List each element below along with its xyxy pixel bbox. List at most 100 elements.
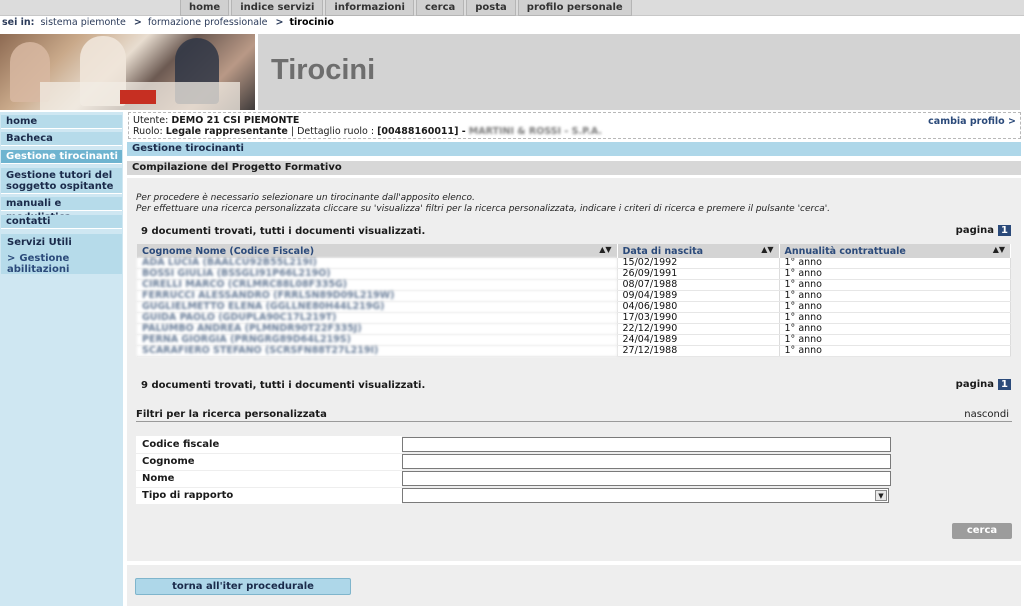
sidebar-group-title: Servizi Utili xyxy=(7,237,72,248)
sidebar-group-servizi-utili: Servizi Utili > Gestione abilitazioni xyxy=(1,234,122,275)
role-detail-value: [00488160011] - xyxy=(377,126,466,137)
top-nav-home[interactable]: home xyxy=(180,0,230,16)
cell-annualita: 1° anno xyxy=(779,312,1011,324)
top-nav-profilo-personale[interactable]: profilo personale xyxy=(517,0,632,16)
sort-icon[interactable]: ▲▼ xyxy=(599,245,611,254)
results-count-top: 9 documenti trovati, tutti i documenti v… xyxy=(141,226,426,237)
top-navigation: home indice servizi informazioni cerca p… xyxy=(0,0,1024,16)
nome-field[interactable] xyxy=(402,471,891,486)
cell-annualita: 1° anno xyxy=(779,290,1011,302)
chevron-right-icon: > xyxy=(133,17,142,28)
breadcrumb-label: sei in: xyxy=(2,17,35,28)
table-row[interactable]: BOSSI GIULIA (BSSGLI91P66L219O) 26/09/199… xyxy=(137,268,1011,280)
table-row[interactable]: GUIDA PAOLO (GDUPLA90C17L219T) 17/03/1990… xyxy=(137,312,1011,324)
filter-label-tipo-rapporto: Tipo di rapporto xyxy=(136,487,402,505)
column-header-label: Annualità contrattuale xyxy=(784,245,906,257)
breadcrumb-link-sistema-piemonte[interactable]: sistema piemonte xyxy=(40,17,125,28)
page-title: Tirocini xyxy=(271,54,376,86)
pager-bottom: pagina 1 xyxy=(956,379,1011,390)
role-line: Ruolo: Legale rappresentante | Dettaglio… xyxy=(133,126,1016,137)
page-1-button[interactable]: 1 xyxy=(998,379,1011,390)
cell-birth-date: 09/04/1989 xyxy=(617,290,780,302)
role-detail-label: Dettaglio ruolo : xyxy=(297,126,375,137)
pager-label: pagina xyxy=(955,379,995,390)
table-row[interactable]: SCARAFIERO STEFANO (SCRSFN88T27L219I) 27/… xyxy=(137,345,1011,357)
search-button[interactable]: cerca xyxy=(952,523,1012,539)
cell-annualita: 1° anno xyxy=(779,258,1011,269)
filter-input-cell: ▼ xyxy=(402,487,1012,505)
results-table: Cognome Nome (Codice Fiscale) ▲▼ Data di … xyxy=(137,244,1011,357)
sidebar-item-contatti[interactable]: contatti xyxy=(1,215,122,229)
sidebar-item-gestione-tutori[interactable]: Gestione tutori del soggetto ospitante xyxy=(1,168,122,194)
column-header-name[interactable]: Cognome Nome (Codice Fiscale) ▲▼ xyxy=(137,244,618,258)
role-label: Ruolo: xyxy=(133,126,163,137)
instruction-line-2: Per effettuare una ricerca personalizzat… xyxy=(136,204,831,214)
filter-label-nome: Nome xyxy=(136,470,402,488)
cell-name[interactable]: FERRUCCI ALESSANDRO (FRRLSN89D09L219W) xyxy=(137,290,618,302)
sidebar-item-gestione-abilitazioni[interactable]: > Gestione abilitazioni xyxy=(7,253,122,275)
chevron-down-icon[interactable]: ▼ xyxy=(875,490,887,501)
table-row[interactable]: PALUMBO ANDREA (PLMNDR90T22F335J) 22/12/1… xyxy=(137,323,1011,335)
change-profile-label: cambia profilo xyxy=(928,116,1005,127)
top-nav-posta[interactable]: posta xyxy=(466,0,516,16)
cell-birth-date: 17/03/1990 xyxy=(617,312,780,324)
chevron-right-icon: > xyxy=(275,17,284,28)
sidebar-sub-label: Gestione abilitazioni xyxy=(7,253,70,275)
breadcrumb-link-formazione-professionale[interactable]: formazione professionale xyxy=(148,17,268,28)
column-header-annualita[interactable]: Annualità contrattuale ▲▼ xyxy=(779,244,1011,258)
bottom-panel: torna all'iter procedurale xyxy=(127,565,1021,606)
header-title-box: Tirocini xyxy=(258,34,1020,110)
breadcrumb-current: tirocinio xyxy=(289,17,334,28)
sidebar-item-home[interactable]: home xyxy=(1,115,122,129)
top-nav-informazioni[interactable]: informazioni xyxy=(325,0,414,16)
table-row[interactable]: ADA LUCIA (BAALCU92B55L219I) 15/02/1992 1°… xyxy=(137,258,1011,269)
cognome-field[interactable] xyxy=(402,454,891,469)
top-nav-indice-servizi[interactable]: indice servizi xyxy=(231,0,324,16)
cell-name[interactable]: GUGLIELMETTO ELENA (GGLLNE80H44L219G) xyxy=(137,301,618,313)
tipo-rapporto-select[interactable]: ▼ xyxy=(402,488,889,503)
filter-row: Nome xyxy=(136,470,1012,488)
main-panel: Per procedere è necessario selezionare u… xyxy=(127,178,1021,561)
cell-birth-date: 27/12/1988 xyxy=(617,345,780,357)
cell-name[interactable]: PALUMBO ANDREA (PLMNDR90T22F335J) xyxy=(137,323,618,335)
cell-name[interactable]: SCARAFIERO STEFANO (SCRSFN88T27L219I) xyxy=(137,345,618,357)
cell-name[interactable]: PERNA GIORGIA (PRNGRG89D64L219S) xyxy=(137,334,618,346)
filter-label-codice-fiscale: Codice fiscale xyxy=(136,436,402,454)
filters-title: Filtri per la ricerca personalizzata xyxy=(136,409,327,420)
cell-name[interactable]: BOSSI GIULIA (BSSGLI91P66L219O) xyxy=(137,268,618,280)
table-row[interactable]: PERNA GIORGIA (PRNGRG89D64L219S) 24/04/19… xyxy=(137,334,1011,346)
column-header-birth-date[interactable]: Data di nascita ▲▼ xyxy=(617,244,780,258)
header-photo xyxy=(0,34,255,110)
sort-icon[interactable]: ▲▼ xyxy=(993,245,1005,254)
cell-birth-date: 22/12/1990 xyxy=(617,323,780,335)
sidebar-item-bacheca[interactable]: Bacheca xyxy=(1,132,122,146)
cell-name[interactable]: CIRELLI MARCO (CRLMRC88L08F335G) xyxy=(137,279,618,291)
table-row[interactable]: FERRUCCI ALESSANDRO (FRRLSN89D09L219W) 09… xyxy=(137,290,1011,302)
back-to-procedure-button[interactable]: torna all'iter procedurale xyxy=(135,578,351,595)
breadcrumb: sei in: sistema piemonte > formazione profe… xyxy=(2,17,340,31)
cell-name[interactable]: ADA LUCIA (BAALCU92B55L219I) xyxy=(137,258,618,269)
column-header-label: Data di nascita xyxy=(622,245,704,257)
user-label: Utente: xyxy=(133,115,169,126)
pager-label: pagina xyxy=(955,225,995,236)
sidebar-item-manuali-modulistica[interactable]: manuali e modulistica xyxy=(1,197,122,223)
cell-birth-date: 24/04/1989 xyxy=(617,334,780,346)
sort-icon[interactable]: ▲▼ xyxy=(761,245,773,254)
role-detail-blurred: MARTINI & ROSSI - S.P.A. xyxy=(468,126,603,137)
pager-top: pagina 1 xyxy=(956,225,1011,236)
page-1-button[interactable]: 1 xyxy=(998,225,1011,236)
column-header-label: Cognome Nome (Codice Fiscale) xyxy=(142,245,315,257)
table-row[interactable]: CIRELLI MARCO (CRLMRC88L08F335G) 08/07/19… xyxy=(137,279,1011,291)
cell-name[interactable]: GUIDA PAOLO (GDUPLA90C17L219T) xyxy=(137,312,618,324)
codice-fiscale-field[interactable] xyxy=(402,436,891,452)
table-row[interactable]: GUGLIELMETTO ELENA (GGLLNE80H44L219G) 04/… xyxy=(137,301,1011,313)
filters-hide-link[interactable]: nascondi xyxy=(964,409,1009,420)
user-info-box: Utente: DEMO 21 CSI PIEMONTE Ruolo: Lega… xyxy=(128,112,1021,139)
cell-annualita: 1° anno xyxy=(779,323,1011,335)
cell-birth-date: 04/06/1980 xyxy=(617,301,780,313)
change-profile-link[interactable]: cambia profilo > xyxy=(928,116,1016,127)
sidebar-item-gestione-tirocinanti[interactable]: Gestione tirocinanti xyxy=(1,150,122,164)
top-nav-cerca[interactable]: cerca xyxy=(415,0,465,16)
cell-annualita: 1° anno xyxy=(779,268,1011,280)
cell-birth-date: 15/02/1992 xyxy=(617,258,780,269)
